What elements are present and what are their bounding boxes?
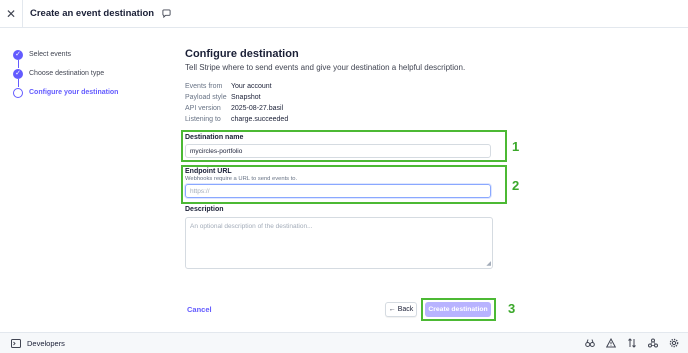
summary-key: Payload style — [185, 94, 227, 101]
check-icon: ✓ — [13, 49, 23, 60]
dialog-title: Create an event destination — [30, 8, 155, 19]
terminal-icon[interactable] — [11, 338, 21, 348]
resize-handle-icon[interactable]: ◢ — [486, 261, 491, 267]
summary-row: Events from Your account — [185, 81, 510, 92]
summary-value: Snapshot — [231, 94, 261, 101]
create-destination-button[interactable]: Create destination — [425, 302, 491, 317]
description-placeholder: An optional description of the destinati… — [190, 223, 313, 230]
dialog-header: ✕ Create an event destination — [0, 0, 688, 28]
back-label: Back — [397, 306, 414, 313]
annotation-number-1: 1 — [512, 139, 520, 154]
back-button[interactable]: ← Back — [385, 302, 417, 317]
annotation-number-2: 2 — [512, 178, 520, 193]
cancel-button[interactable]: Cancel — [187, 305, 212, 314]
check-icon: ✓ — [13, 68, 23, 79]
arrow-left-icon: ← — [388, 306, 396, 313]
binoculars-icon[interactable] — [585, 338, 595, 348]
summary-value: Your account — [231, 83, 272, 90]
step-choose-destination-type[interactable]: ✓ Choose destination type — [13, 64, 118, 87]
developers-footer: Developers — [0, 332, 688, 353]
destination-summary: Events from Your account Payload style S… — [185, 81, 510, 125]
current-step-icon — [13, 87, 23, 98]
page-subtitle: Tell Stripe where to send events and giv… — [185, 63, 466, 72]
summary-key: API version — [185, 105, 221, 112]
annotation-box-2 — [181, 165, 507, 204]
summary-value: 2025-08-27.basil — [231, 105, 284, 112]
chat-bubble-icon[interactable] — [162, 9, 171, 18]
step-select-events[interactable]: ✓ Select events — [13, 45, 118, 68]
close-icon[interactable]: ✕ — [0, 3, 22, 25]
summary-key: Listening to — [185, 116, 221, 123]
header-divider — [22, 0, 23, 28]
configure-form: Configure destination Tell Stripe where … — [185, 48, 510, 125]
annotation-box-1 — [181, 130, 507, 162]
summary-key: Events from — [185, 83, 223, 90]
description-textarea[interactable]: An optional description of the destinati… — [185, 217, 493, 269]
warning-icon[interactable] — [606, 338, 616, 348]
sort-arrows-icon[interactable] — [627, 338, 637, 348]
developers-label[interactable]: Developers — [27, 339, 65, 348]
progress-steps: ✓ Select events ✓ Choose destination typ… — [13, 45, 118, 102]
step-label: Choose destination type — [29, 70, 105, 77]
summary-row: Listening to charge.succeeded — [185, 114, 510, 125]
summary-row: API version 2025-08-27.basil — [185, 103, 510, 114]
page-title: Configure destination — [185, 48, 299, 60]
description-label: Description — [185, 206, 224, 213]
footer-toolbar — [585, 338, 679, 348]
step-label: Select events — [29, 51, 72, 58]
step-configure-destination: Configure your destination — [13, 83, 118, 102]
webhook-icon[interactable] — [648, 338, 658, 348]
annotation-number-3: 3 — [508, 301, 516, 316]
summary-row: Payload style Snapshot — [185, 92, 510, 103]
gear-icon[interactable] — [669, 338, 679, 348]
description-group: Description An optional description of t… — [185, 206, 493, 269]
summary-value: charge.succeeded — [231, 116, 289, 123]
step-label: Configure your destination — [29, 89, 119, 96]
